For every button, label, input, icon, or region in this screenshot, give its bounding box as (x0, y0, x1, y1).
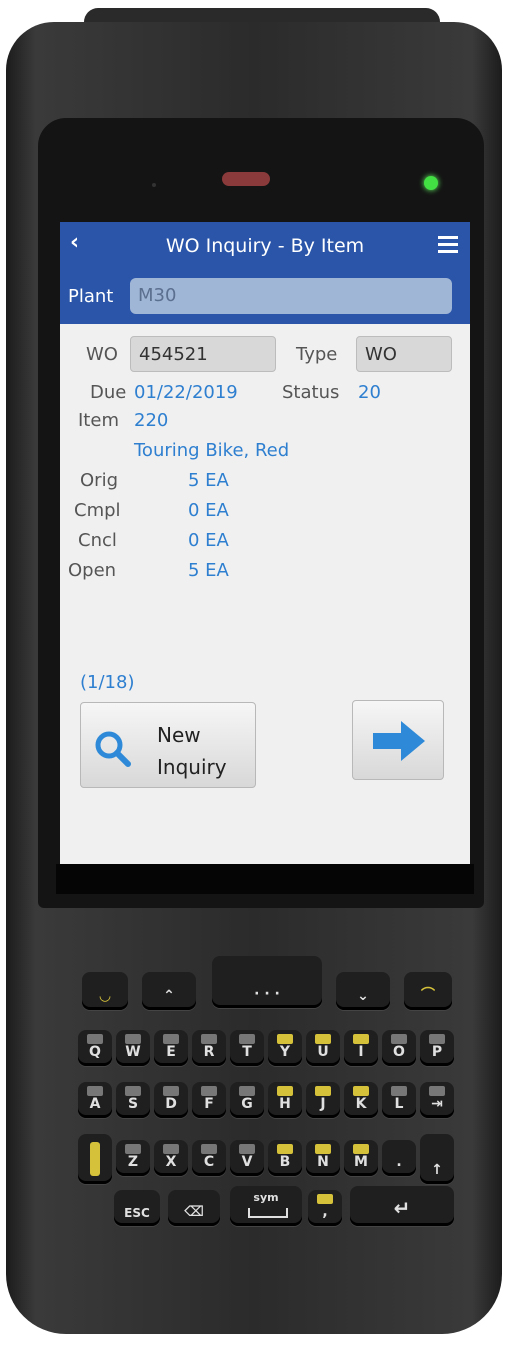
key-b[interactable]: B (268, 1140, 302, 1176)
key-y[interactable]: Y (268, 1030, 302, 1066)
key-u[interactable]: U (306, 1030, 340, 1066)
key-f[interactable]: F (192, 1082, 226, 1118)
hamburger-menu-icon[interactable] (438, 236, 458, 257)
cmpl-value: 0 EA (188, 500, 229, 521)
key-l[interactable]: L (382, 1082, 416, 1118)
cncl-value: 0 EA (188, 530, 229, 551)
key-d[interactable]: D (154, 1082, 188, 1118)
inquiry-content: WO 454521 Type WO Due 01/22/2019 Status … (60, 324, 470, 864)
item-label: Item (78, 410, 119, 431)
key-w[interactable]: W (116, 1030, 150, 1066)
key-tab[interactable]: ⇥ (420, 1082, 454, 1118)
camera-dot (152, 183, 156, 187)
key-esc[interactable]: ESC (114, 1190, 160, 1226)
key-j[interactable]: J (306, 1082, 340, 1118)
type-label: Type (296, 344, 338, 365)
lower-bezel (56, 864, 474, 894)
key-z[interactable]: Z (116, 1140, 150, 1176)
key-r[interactable]: R (192, 1030, 226, 1066)
key-s[interactable]: S (116, 1082, 150, 1118)
key-period[interactable]: . (382, 1140, 416, 1176)
orig-value: 5 EA (188, 470, 229, 491)
orig-label: Orig (80, 470, 118, 491)
app-screen: ‹ WO Inquiry - By Item Plant M30 WO 4545… (60, 222, 470, 864)
key-e[interactable]: E (154, 1030, 188, 1066)
key-q[interactable]: Q (78, 1030, 112, 1066)
next-button[interactable] (352, 700, 444, 780)
search-icon (95, 731, 131, 767)
nav-up-key[interactable]: ⌃ (142, 972, 196, 1010)
key-t[interactable]: T (230, 1030, 264, 1066)
title-bar: ‹ WO Inquiry - By Item (60, 222, 470, 272)
wo-field[interactable]: 454521 (130, 336, 276, 372)
status-value: 20 (358, 382, 381, 403)
pager-indicator: (1/18) (80, 672, 135, 693)
key-comma[interactable]: , (308, 1190, 342, 1226)
key-x[interactable]: X (154, 1140, 188, 1176)
arrow-right-icon (373, 721, 425, 761)
key-k[interactable]: K (344, 1082, 378, 1118)
status-label: Status (282, 382, 340, 403)
plant-field[interactable]: M30 (130, 278, 452, 314)
new-inquiry-label-line1: New (157, 723, 201, 747)
key-a[interactable]: A (78, 1082, 112, 1118)
cmpl-label: Cmpl (74, 500, 121, 521)
key-v[interactable]: V (230, 1140, 264, 1176)
item-description: Touring Bike, Red (134, 440, 290, 461)
speaker-grille (222, 172, 270, 186)
key-o[interactable]: O (382, 1030, 416, 1066)
key-up-arrow[interactable]: ↑ (420, 1134, 454, 1184)
key-g[interactable]: G (230, 1082, 264, 1118)
key-c[interactable]: C (192, 1140, 226, 1176)
type-field[interactable]: WO (356, 336, 452, 372)
key-i[interactable]: I (344, 1030, 378, 1066)
open-label: Open (68, 560, 117, 581)
plant-label: Plant (68, 286, 114, 307)
key-h[interactable]: H (268, 1082, 302, 1118)
open-value: 5 EA (188, 560, 229, 581)
due-label: Due (90, 382, 127, 403)
key-m[interactable]: M (344, 1140, 378, 1176)
end-call-key[interactable]: ⌒ (404, 972, 452, 1010)
key-space[interactable]: sym (230, 1186, 302, 1226)
cncl-label: Cncl (78, 530, 117, 551)
key-shift-yellow[interactable] (78, 1134, 112, 1184)
key-enter[interactable]: ↵ (350, 1186, 454, 1226)
new-inquiry-label-line2: Inquiry (157, 755, 227, 779)
key-n[interactable]: N (306, 1140, 340, 1176)
plant-bar: Plant M30 (60, 272, 470, 324)
key-p[interactable]: P (420, 1030, 454, 1066)
center-key[interactable]: · · · (212, 956, 322, 1008)
page-title: WO Inquiry - By Item (165, 235, 365, 257)
wo-label: WO (86, 344, 118, 365)
status-led (424, 176, 438, 190)
key-backspace[interactable]: ⌫ (168, 1190, 220, 1226)
call-key[interactable]: ◡ (82, 972, 128, 1010)
nav-down-key[interactable]: ⌄ (336, 972, 390, 1010)
due-value: 01/22/2019 (134, 382, 238, 403)
new-inquiry-button[interactable]: New Inquiry (80, 702, 256, 788)
item-value: 220 (134, 410, 169, 431)
